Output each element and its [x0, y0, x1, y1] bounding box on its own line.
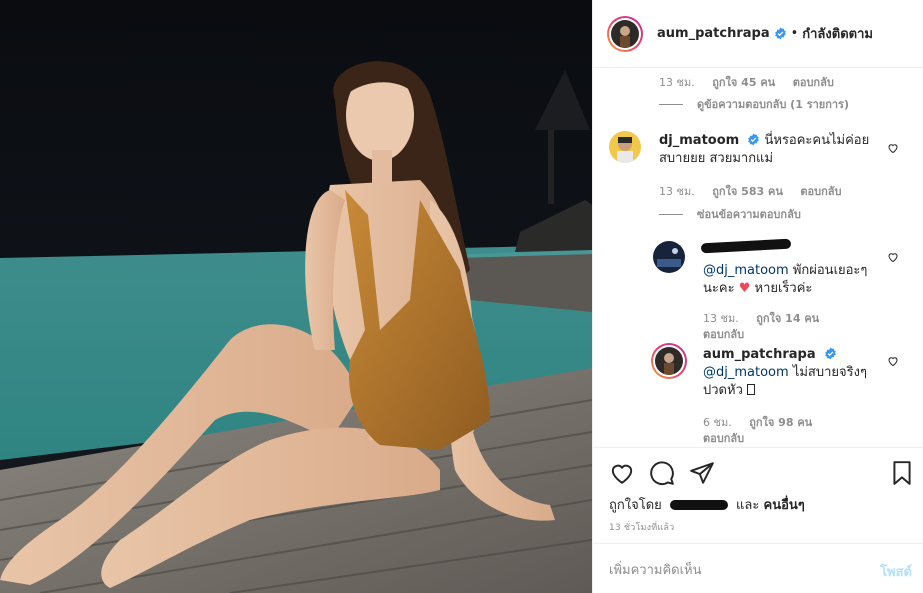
hide-replies-label: ซ่อนข้อความตอบกลับ	[697, 208, 801, 221]
like-reply-heart-icon[interactable]	[887, 355, 899, 367]
liked-by-prefix: ถูกใจโดย	[609, 498, 662, 513]
reply-mention[interactable]: @dj_matoom	[703, 365, 789, 380]
reply-time: 13 ชม.	[703, 312, 739, 325]
verified-badge-icon	[824, 347, 836, 360]
reply-text-line1: พักผ่อนเยอะๆ	[792, 263, 868, 278]
replies-line	[659, 213, 683, 215]
reply-mention[interactable]: @dj_matoom	[703, 263, 789, 278]
reply-text-line2: ปวดหัว	[703, 383, 743, 398]
like-comment-heart-icon[interactable]	[887, 142, 899, 154]
reply-username[interactable]: aum_patchrapa	[703, 347, 816, 362]
liked-by-text: ถูกใจโดย และ คนอื่นๆ	[609, 494, 805, 515]
author-avatar	[611, 19, 639, 48]
comment-meta: 13 ชม. ถูกใจ 583 คน ตอบกลับ	[659, 182, 841, 200]
reply-likes[interactable]: ถูกใจ 14 คน	[756, 312, 819, 325]
reply-text-line2a: นะคะ	[703, 281, 735, 296]
reply-author-avatar-ring[interactable]	[651, 343, 687, 379]
comment-likes[interactable]: ถูกใจ 45 คน	[712, 76, 775, 89]
comment-meta: 13 ชม. ถูกใจ 45 คน ตอบกลับ	[659, 73, 834, 91]
comments-list[interactable]: 13 ชม. ถูกใจ 45 คน ตอบกลับ ดูข้อความตอบก…	[593, 69, 923, 447]
liked-by-others-link[interactable]: คนอื่นๆ	[764, 498, 805, 513]
post-sidebar: aum_patchrapa • กำลังติดตาม 13 ชม. ถูกใจ…	[592, 0, 923, 593]
post-header: aum_patchrapa • กำลังติดตาม	[593, 0, 923, 68]
author-username[interactable]: aum_patchrapa	[657, 26, 770, 41]
redacted-liker-scribble	[669, 500, 728, 510]
post-actions: ถูกใจโดย และ คนอื่นๆ 13 ชั่วโมงที่แล้ว	[593, 447, 923, 543]
commenter-avatar[interactable]	[609, 131, 641, 163]
reply-text-line2b: หายเร็วค่ะ	[754, 281, 813, 296]
following-button[interactable]: กำลังติดตาม	[802, 23, 873, 44]
comment-bubble-icon[interactable]	[649, 460, 675, 486]
like-heart-icon[interactable]	[609, 460, 635, 486]
photo-illustration	[0, 0, 592, 593]
reply-meta: 13 ชม. ถูกใจ 14 คน ตอบกลับ	[703, 311, 903, 343]
reply-time: 6 ชม.	[703, 416, 732, 429]
comment-time: 13 ชม.	[659, 185, 695, 198]
reply-button[interactable]: ตอบกลับ	[793, 76, 834, 89]
unknown-emoji-box-icon	[747, 384, 756, 395]
red-heart-emoji-icon: ♥	[738, 281, 751, 296]
reply-meta: 6 ชม. ถูกใจ 98 คน ตอบกลับ	[703, 415, 903, 447]
reply-button[interactable]: ตอบกลับ	[703, 328, 744, 341]
comment-text-line1: นี่หรอคะคนไม่ค่อย	[764, 133, 870, 148]
post-comment-button[interactable]: โพสต์	[880, 561, 912, 582]
redacted-username-scribble	[700, 238, 792, 254]
add-comment-bar: โพสต์	[593, 543, 923, 593]
reply-body: @dj_matoom พักผ่อนเยอะๆ นะคะ ♥ หายเร็วค่…	[703, 262, 883, 298]
like-reply-heart-icon[interactable]	[887, 251, 899, 263]
comment-likes[interactable]: ถูกใจ 583 คน	[712, 185, 783, 198]
commenter-username[interactable]: dj_matoom	[659, 133, 739, 148]
save-bookmark-icon[interactable]	[889, 460, 915, 486]
comment-text-line2: สบายยย สวยมากแม่	[659, 151, 774, 166]
comment-body: dj_matoom นี่หรอคะคนไม่ค่อย สบายยย สวยมา…	[659, 132, 879, 168]
reply-avatar[interactable]	[653, 241, 685, 273]
view-replies-button[interactable]: ดูข้อความตอบกลับ (1 รายการ)	[659, 95, 849, 113]
post-photo[interactable]	[0, 0, 592, 593]
reply-button[interactable]: ตอบกลับ	[800, 185, 841, 198]
share-send-icon[interactable]	[689, 460, 715, 486]
author-avatar-ring[interactable]	[607, 15, 643, 52]
view-replies-label: ดูข้อความตอบกลับ (1 รายการ)	[697, 98, 849, 111]
add-comment-input[interactable]	[609, 560, 849, 580]
hide-replies-button[interactable]: ซ่อนข้อความตอบกลับ	[659, 205, 801, 223]
post-time-ago[interactable]: 13 ชั่วโมงที่แล้ว	[609, 520, 674, 534]
reply-likes[interactable]: ถูกใจ 98 คน	[749, 416, 812, 429]
comment-time: 13 ชม.	[659, 76, 695, 89]
reply-body: aum_patchrapa @dj_matoom ไม่สบายจริงๆ ปว…	[703, 346, 883, 400]
header-separator: •	[790, 26, 799, 41]
reply-button[interactable]: ตอบกลับ	[703, 432, 744, 445]
verified-badge-icon	[748, 133, 760, 146]
verified-badge-icon	[774, 27, 786, 40]
liked-by-and: และ	[736, 498, 760, 513]
reply-text-line1: ไม่สบายจริงๆ	[792, 365, 867, 380]
replies-line	[659, 103, 683, 105]
reply-author-avatar	[655, 347, 683, 375]
